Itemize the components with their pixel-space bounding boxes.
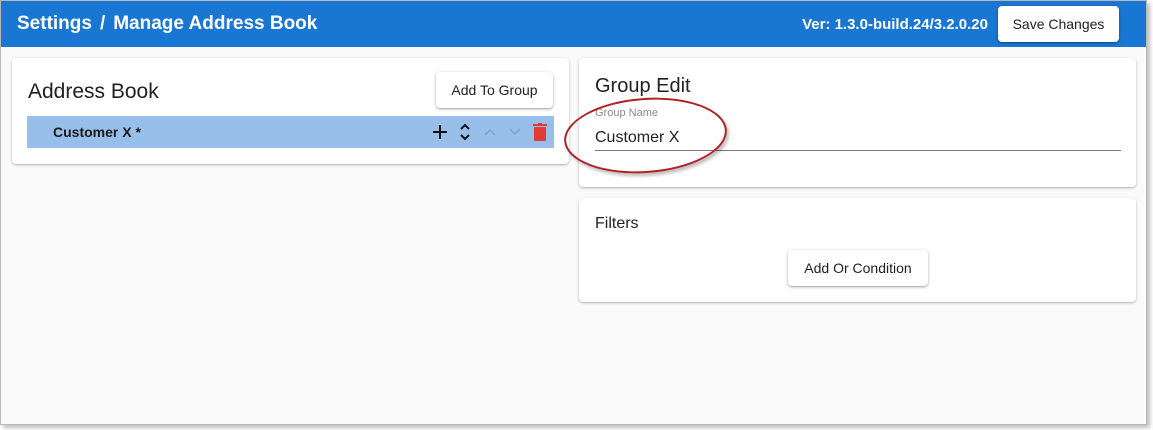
filters-card: Filters Add Or Condition [579, 198, 1136, 302]
group-name-label: Group Name [595, 107, 658, 119]
page-title: Manage Address Book [113, 13, 318, 34]
save-changes-button[interactable]: Save Changes [998, 6, 1119, 42]
breadcrumb: Settings / Manage Address Book [17, 13, 317, 35]
address-book-title: Address Book [28, 80, 159, 103]
plus-icon[interactable] [429, 120, 450, 144]
top-bar: Settings / Manage Address Book Ver: 1.3.… [1, 1, 1146, 47]
version-label: Ver: 1.3.0-build.24/3.2.0.20 [802, 16, 988, 33]
add-or-condition-button[interactable]: Add Or Condition [788, 250, 928, 286]
address-book-row[interactable]: Customer X * [27, 116, 554, 148]
add-to-group-button[interactable]: Add To Group [436, 72, 553, 108]
group-edit-card: Group Edit Group Name [579, 58, 1136, 187]
delete-icon[interactable] [529, 120, 550, 144]
expand-collapse-icon[interactable] [454, 120, 475, 144]
address-book-row-label: Customer X * [53, 124, 141, 140]
breadcrumb-settings[interactable]: Settings [17, 13, 92, 35]
address-book-card: Address Book Add To Group Customer X * [12, 58, 569, 164]
app-window: Settings / Manage Address Book Ver: 1.3.… [0, 0, 1147, 425]
chevron-down-icon[interactable] [504, 120, 525, 144]
breadcrumb-separator: / [99, 13, 106, 34]
group-edit-title: Group Edit [595, 75, 691, 97]
filters-title: Filters [595, 215, 639, 232]
chevron-up-icon[interactable] [479, 120, 500, 144]
group-name-input[interactable] [595, 125, 1121, 151]
row-actions [429, 120, 550, 144]
